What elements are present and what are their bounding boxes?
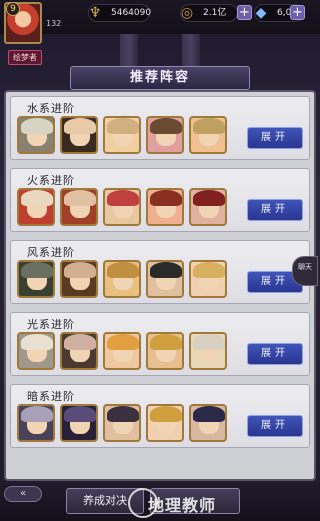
hero-portrait[interactable] bbox=[17, 188, 55, 226]
section-title: 光系进阶 bbox=[27, 318, 75, 331]
hero-portrait[interactable] bbox=[17, 260, 55, 298]
hero-portrait[interactable] bbox=[60, 188, 98, 226]
hero-portrait[interactable] bbox=[146, 260, 184, 298]
hero-portrait[interactable] bbox=[60, 260, 98, 298]
player-xp: 132 bbox=[46, 19, 62, 28]
diamond-icon: ◆ bbox=[255, 5, 267, 21]
lineup-section: 暗系进阶展开 bbox=[10, 384, 310, 448]
section-title: 风系进阶 bbox=[27, 246, 75, 259]
hero-portrait[interactable] bbox=[146, 404, 184, 442]
add-diamond-button[interactable]: + bbox=[290, 5, 305, 20]
player-level-badge: 9 bbox=[6, 2, 20, 16]
expand-button[interactable]: 展开 bbox=[247, 343, 303, 365]
watermark-text: 地理教师 bbox=[148, 496, 217, 515]
hero-portrait[interactable] bbox=[60, 332, 98, 370]
chat-button[interactable]: 聊天 bbox=[292, 256, 318, 286]
hero-portrait[interactable] bbox=[146, 332, 184, 370]
hero-portrait[interactable] bbox=[189, 188, 227, 226]
expand-button[interactable]: 展开 bbox=[247, 127, 303, 149]
gold-bars-icon: ♆ bbox=[88, 5, 102, 21]
hero-portrait[interactable] bbox=[189, 404, 227, 442]
expand-button[interactable]: 展开 bbox=[247, 199, 303, 221]
hero-portrait[interactable] bbox=[17, 332, 55, 370]
lineup-section: 水系进阶展开 bbox=[10, 96, 310, 160]
hero-portrait[interactable] bbox=[146, 116, 184, 154]
hero-portrait[interactable] bbox=[146, 188, 184, 226]
hero-portrait[interactable] bbox=[60, 116, 98, 154]
hero-portrait[interactable] bbox=[189, 116, 227, 154]
player-tag-badge: 绘梦者 bbox=[8, 50, 42, 65]
hero-portrait[interactable] bbox=[189, 332, 227, 370]
hero-portrait[interactable] bbox=[189, 260, 227, 298]
back-button[interactable]: « bbox=[4, 486, 42, 502]
section-title: 火系进阶 bbox=[27, 174, 75, 187]
section-title: 水系进阶 bbox=[27, 102, 75, 115]
panel-title: 推荐阵容 bbox=[70, 66, 250, 90]
hero-portrait[interactable] bbox=[17, 404, 55, 442]
hero-portrait[interactable] bbox=[60, 404, 98, 442]
coin-icon: ◎ bbox=[180, 5, 194, 21]
expand-button[interactable]: 展开 bbox=[247, 415, 303, 437]
section-title: 暗系进阶 bbox=[27, 390, 75, 403]
lineup-section: 光系进阶展开 bbox=[10, 312, 310, 376]
coin-value: 2.1亿 bbox=[203, 8, 227, 18]
lineup-section: 风系进阶 展开 bbox=[10, 240, 310, 304]
gold-resource: ♆ 5464090 bbox=[88, 4, 152, 22]
lineup-section: 火系进阶展开 bbox=[10, 168, 310, 232]
hero-portrait[interactable] bbox=[103, 332, 141, 370]
hero-portrait[interactable] bbox=[103, 260, 141, 298]
hero-portrait[interactable] bbox=[103, 188, 141, 226]
add-coin-button[interactable]: + bbox=[237, 5, 252, 20]
hero-portrait[interactable] bbox=[103, 116, 141, 154]
hero-portrait[interactable] bbox=[103, 404, 141, 442]
coin-resource: ◎ 2.1亿 bbox=[180, 4, 238, 22]
gold-value: 5464090 bbox=[111, 8, 152, 18]
hero-portrait[interactable] bbox=[17, 116, 55, 154]
